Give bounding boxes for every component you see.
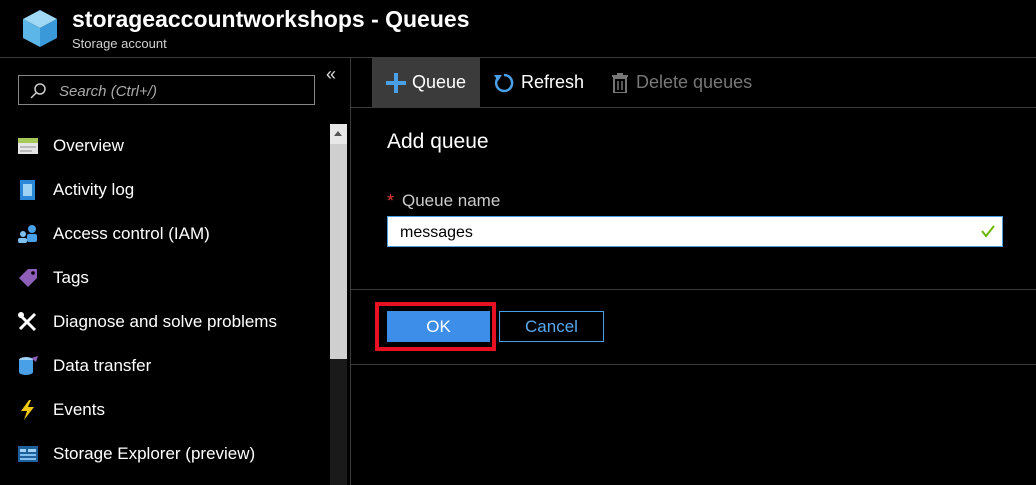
search-input[interactable] xyxy=(57,79,311,103)
delete-queues-label: Delete queues xyxy=(636,72,753,92)
sidebar-item-access-control[interactable]: Access control (IAM) xyxy=(0,212,328,256)
sidebar-item-label: Storage Explorer (preview) xyxy=(53,444,256,463)
scrollbar-thumb[interactable] xyxy=(330,144,347,359)
sidebar-item-events[interactable]: Events xyxy=(0,388,328,432)
blade-header: storageaccountworkshops - Queues Storage… xyxy=(0,0,1036,58)
sidebar-item-label: Events xyxy=(53,400,105,419)
page-title: storageaccountworkshops - Queues xyxy=(72,6,470,32)
add-queue-label: Queue xyxy=(412,72,467,92)
lightning-icon xyxy=(21,400,34,420)
overview-icon xyxy=(18,138,38,154)
iam-icon xyxy=(18,225,37,243)
page-subtitle: Storage account xyxy=(72,36,167,51)
add-queue-panel: Add queue * Queue name OK Cancel xyxy=(351,108,1036,365)
queue-name-field[interactable] xyxy=(387,216,1003,247)
sidebar-item-overview[interactable]: Overview xyxy=(0,124,328,168)
queue-name-label: Queue name xyxy=(402,191,501,210)
refresh-button[interactable]: Refresh xyxy=(493,58,584,107)
storage-explorer-icon xyxy=(18,446,38,462)
sidebar-item-data-transfer[interactable]: Data transfer xyxy=(0,344,328,388)
refresh-icon xyxy=(494,73,514,92)
sidebar-scrollbar[interactable] xyxy=(330,124,347,485)
plus-icon xyxy=(386,72,406,93)
sidebar-item-storage-explorer[interactable]: Storage Explorer (preview) xyxy=(0,432,328,476)
checkmark-icon xyxy=(981,225,995,238)
sidebar-item-label: Activity log xyxy=(53,180,135,199)
activity-log-icon xyxy=(20,180,35,200)
sidebar-item-label: Access control (IAM) xyxy=(53,224,210,243)
queue-name-input[interactable] xyxy=(398,221,962,245)
collapse-sidebar-button[interactable]: « xyxy=(326,64,336,85)
data-transfer-icon xyxy=(19,356,38,375)
sidebar-item-label: Diagnose and solve problems xyxy=(53,312,277,331)
scroll-up-arrow[interactable] xyxy=(330,124,347,144)
storage-cube-icon xyxy=(23,10,57,47)
search-box[interactable] xyxy=(18,75,315,105)
ok-button[interactable]: OK xyxy=(387,311,490,342)
sidebar-item-activity-log[interactable]: Activity log xyxy=(0,168,328,212)
panel-title: Add queue xyxy=(387,130,489,153)
add-queue-button[interactable]: Queue xyxy=(372,58,480,107)
sidebar-item-tags[interactable]: Tags xyxy=(0,256,328,300)
divider xyxy=(351,289,1036,290)
sidebar: « Overview Activity log xyxy=(0,58,351,485)
sidebar-nav: Overview Activity log Access control (IA… xyxy=(0,124,328,476)
wrench-icon xyxy=(18,312,37,332)
tag-icon xyxy=(19,269,37,287)
trash-icon xyxy=(612,72,628,93)
search-icon xyxy=(30,83,46,99)
sidebar-item-label: Overview xyxy=(53,136,124,155)
command-bar: Queue Refresh Delete queues xyxy=(351,58,1036,108)
sidebar-item-label: Data transfer xyxy=(53,356,152,375)
delete-queues-button[interactable]: Delete queues xyxy=(612,58,752,107)
refresh-label: Refresh xyxy=(521,72,585,92)
cancel-button[interactable]: Cancel xyxy=(499,311,604,342)
sidebar-item-label: Tags xyxy=(53,268,89,287)
required-indicator: * xyxy=(387,191,395,211)
sidebar-item-diagnose[interactable]: Diagnose and solve problems xyxy=(0,300,328,344)
